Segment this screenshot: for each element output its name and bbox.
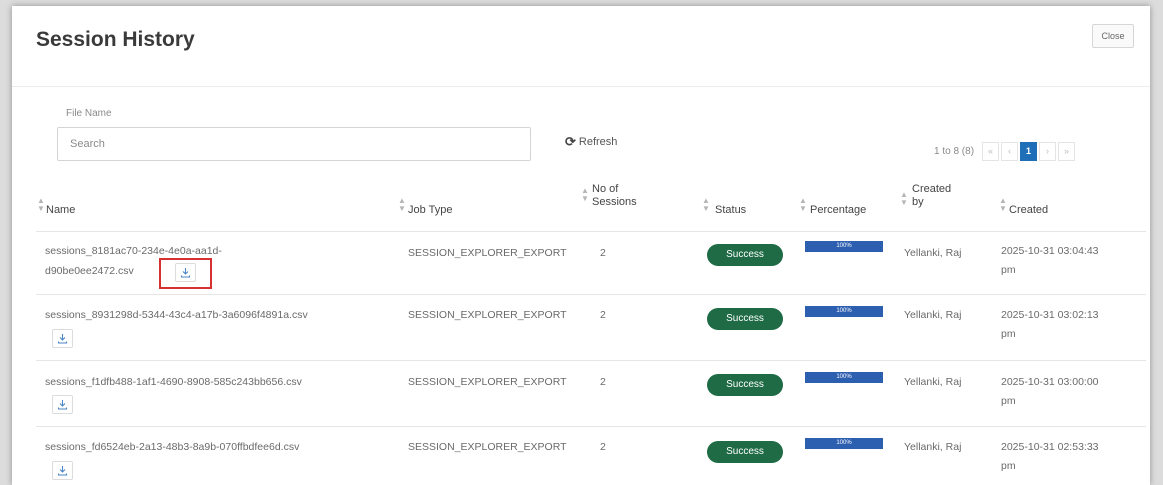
status-badge: Success: [707, 374, 783, 396]
created-by: Yellanki, Raj: [904, 309, 962, 321]
download-icon: [57, 466, 68, 476]
created-date: 2025-10-31 03:02:13: [1001, 309, 1099, 321]
file-name: sessions_f1dfb488-1af1-4690-8908-585c243…: [45, 376, 302, 388]
refresh-icon: ⟳: [565, 134, 576, 149]
file-name-line2: d90be0ee2472.csv: [45, 265, 134, 277]
download-button[interactable]: [52, 329, 73, 348]
header-created-by-line2: by: [912, 196, 924, 208]
job-type: SESSION_EXPLORER_EXPORT: [408, 441, 567, 453]
created-by: Yellanki, Raj: [904, 441, 962, 453]
file-name: sessions_8931298d-5344-43c4-a17b-3a6096f…: [45, 309, 308, 321]
header-created-by[interactable]: Created by: [912, 183, 951, 209]
download-icon: [57, 400, 68, 410]
refresh-button[interactable]: ⟳ Refresh: [565, 134, 617, 150]
sort-icon[interactable]: ▲ ▼: [999, 197, 1007, 213]
created-time-suffix: pm: [1001, 264, 1016, 276]
refresh-label: Refresh: [578, 136, 618, 148]
progress-label: 100%: [836, 374, 852, 380]
next-page-button[interactable]: ›: [1039, 142, 1057, 161]
sort-icon[interactable]: ▲ ▼: [702, 197, 710, 213]
created-date: 2025-10-31 03:00:00: [1001, 376, 1099, 388]
session-history-modal: Session History Close File Name ⟳ Refres…: [12, 6, 1150, 485]
close-button[interactable]: Close: [1092, 24, 1134, 48]
session-count: 2: [600, 309, 606, 321]
status-badge: Success: [707, 308, 783, 330]
sort-icon[interactable]: ▲ ▼: [398, 197, 406, 213]
created-by: Yellanki, Raj: [904, 376, 962, 388]
pagination: 1 to 8 (8) « ‹ 1 › »: [934, 142, 1076, 161]
progress-bar: 100%: [805, 372, 883, 383]
prev-page-button[interactable]: ‹: [1001, 142, 1019, 161]
page-1-button[interactable]: 1: [1020, 142, 1038, 161]
header-job-type[interactable]: Job Type: [408, 204, 452, 217]
session-count: 2: [600, 247, 606, 259]
row-divider: [36, 360, 1146, 361]
download-button[interactable]: [52, 461, 73, 480]
created-time-suffix: pm: [1001, 328, 1016, 340]
progress-label: 100%: [836, 243, 852, 249]
sort-icon[interactable]: ▲ ▼: [799, 197, 807, 213]
row-divider: [36, 426, 1146, 427]
modal-title: Session History: [36, 28, 195, 51]
created-by: Yellanki, Raj: [904, 247, 962, 259]
download-icon: [57, 334, 68, 344]
sort-icon[interactable]: ▲ ▼: [581, 187, 589, 203]
progress-bar: 100%: [805, 438, 883, 449]
status-badge: Success: [707, 244, 783, 266]
job-type: SESSION_EXPLORER_EXPORT: [408, 309, 567, 321]
created-date: 2025-10-31 03:04:43: [1001, 245, 1099, 257]
created-time-suffix: pm: [1001, 395, 1016, 407]
header-status[interactable]: Status: [715, 204, 746, 217]
download-highlight-box: [159, 258, 212, 289]
job-type: SESSION_EXPLORER_EXPORT: [408, 376, 567, 388]
first-page-button[interactable]: «: [982, 142, 1000, 161]
session-count: 2: [600, 376, 606, 388]
header-no-of-sessions[interactable]: No of Sessions: [592, 183, 637, 209]
last-page-button[interactable]: »: [1058, 142, 1076, 161]
modal-header: Session History Close: [12, 6, 1150, 87]
progress-bar: 100%: [805, 241, 883, 252]
row-divider: [36, 294, 1146, 295]
search-input[interactable]: [57, 127, 531, 161]
header-no-of-sessions-line2: Sessions: [592, 196, 637, 208]
header-percentage[interactable]: Percentage: [810, 204, 866, 217]
header-created-by-line1: Created: [912, 183, 952, 195]
sort-icon[interactable]: ▲ ▼: [37, 197, 45, 213]
header-divider: [36, 231, 1146, 232]
sort-icon[interactable]: ▲ ▼: [900, 191, 908, 207]
file-name: sessions_fd6524eb-2a13-48b3-8a9b-070ffbd…: [45, 441, 300, 453]
job-type: SESSION_EXPLORER_EXPORT: [408, 247, 567, 259]
progress-bar: 100%: [805, 306, 883, 317]
header-name[interactable]: Name: [46, 204, 75, 217]
created-date: 2025-10-31 02:53:33: [1001, 441, 1099, 453]
header-created[interactable]: Created: [1009, 204, 1048, 217]
header-no-of-sessions-line1: No of: [592, 183, 619, 195]
status-badge: Success: [707, 441, 783, 463]
file-name-label: File Name: [66, 108, 112, 119]
progress-label: 100%: [836, 308, 852, 314]
session-count: 2: [600, 441, 606, 453]
created-time-suffix: pm: [1001, 460, 1016, 472]
pagination-range: 1 to 8 (8): [934, 146, 975, 157]
progress-label: 100%: [836, 440, 852, 446]
download-button[interactable]: [52, 395, 73, 414]
